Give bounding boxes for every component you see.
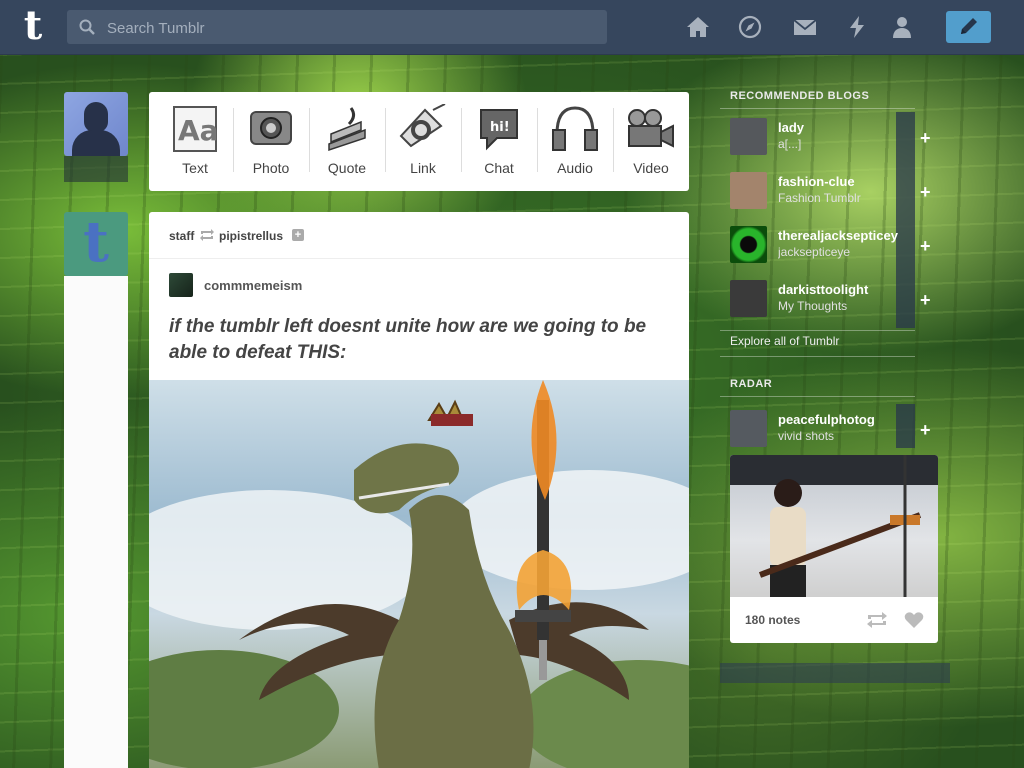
new-post-box: Aa Text Photo Quote Link hi! Chat Audio … bbox=[149, 92, 689, 191]
post-type-audio[interactable]: Audio bbox=[537, 100, 613, 184]
recommended-blog[interactable]: therealjacksepticey jacksepticeye + bbox=[720, 226, 950, 280]
avatar-shadow bbox=[64, 156, 128, 182]
add-blog-icon[interactable]: + bbox=[920, 290, 931, 311]
recommended-blog[interactable]: darkisttoolight My Thoughts + bbox=[720, 280, 950, 334]
blog-avatar[interactable] bbox=[730, 226, 767, 263]
post-type-photo[interactable]: Photo bbox=[233, 100, 309, 184]
add-blog-icon[interactable]: + bbox=[920, 420, 931, 441]
recommended-blog[interactable]: fashion-clue Fashion Tumblr + bbox=[720, 172, 950, 226]
add-blog-icon[interactable]: + bbox=[920, 128, 931, 149]
user-avatar-column bbox=[64, 92, 128, 182]
post-author-link[interactable]: staff bbox=[169, 229, 194, 243]
video-icon bbox=[625, 104, 677, 154]
svg-text:hi!: hi! bbox=[490, 120, 510, 135]
explore-link[interactable]: Explore all of Tumblr bbox=[730, 334, 839, 348]
account-icon[interactable] bbox=[890, 15, 914, 39]
search-input[interactable] bbox=[105, 10, 599, 46]
search-box[interactable] bbox=[67, 10, 607, 46]
add-blog-icon[interactable]: + bbox=[920, 236, 931, 257]
post-type-chat[interactable]: hi! Chat bbox=[461, 100, 537, 184]
left-gutter bbox=[64, 276, 128, 768]
radar-photo[interactable] bbox=[730, 455, 938, 597]
blog-avatar[interactable] bbox=[730, 280, 767, 317]
post-body-text: if the tumblr left doesnt unite how are … bbox=[169, 316, 647, 363]
staff-avatar[interactable]: t bbox=[64, 212, 128, 276]
post-type-quote[interactable]: Quote bbox=[309, 100, 385, 184]
radar-heading: Radar bbox=[730, 378, 773, 390]
reblog-icon bbox=[200, 229, 214, 241]
radar-post: 180 notes bbox=[730, 455, 938, 643]
link-icon bbox=[397, 103, 449, 154]
tumblr-logo[interactable]: t bbox=[14, 6, 52, 48]
add-blog-icon[interactable]: + bbox=[920, 182, 931, 203]
blog-avatar[interactable] bbox=[730, 410, 767, 447]
dashboard-post: staff pipistrellus + commmemeism if the … bbox=[149, 212, 689, 768]
search-icon bbox=[79, 19, 95, 35]
compose-button[interactable] bbox=[946, 11, 991, 43]
top-navigation-bar: t bbox=[0, 0, 1024, 55]
explore-icon[interactable] bbox=[738, 15, 762, 39]
notes-count[interactable]: 180 notes bbox=[745, 613, 800, 627]
pencil-icon bbox=[961, 18, 977, 34]
reblog-source-link[interactable]: pipistrellus bbox=[219, 229, 283, 243]
text-icon: Aa bbox=[169, 104, 221, 154]
home-icon[interactable] bbox=[686, 15, 710, 39]
blog-avatar[interactable] bbox=[730, 118, 767, 155]
post-header: staff pipistrellus + bbox=[149, 212, 689, 259]
svg-text:Aa: Aa bbox=[178, 114, 219, 147]
quote-icon bbox=[321, 104, 373, 154]
blog-avatar[interactable] bbox=[730, 172, 767, 209]
reblog-icon[interactable] bbox=[866, 611, 888, 629]
post-type-link[interactable]: Link bbox=[385, 100, 461, 184]
like-heart-icon[interactable] bbox=[904, 611, 924, 629]
sidebar-footer-bar bbox=[720, 663, 950, 683]
activity-icon[interactable] bbox=[845, 15, 869, 39]
recommended-blog[interactable]: lady a[...] + bbox=[720, 118, 950, 172]
original-author-avatar[interactable] bbox=[169, 273, 193, 297]
post-type-video[interactable]: Video bbox=[613, 100, 689, 184]
audio-icon bbox=[549, 104, 601, 154]
chat-icon: hi! bbox=[473, 104, 525, 154]
post-type-text[interactable]: Aa Text bbox=[157, 100, 233, 184]
recommended-heading: Recommended Blogs bbox=[730, 90, 870, 102]
post-image[interactable] bbox=[149, 380, 689, 768]
follow-button[interactable]: + bbox=[292, 229, 304, 241]
photo-icon bbox=[245, 104, 297, 154]
user-avatar[interactable] bbox=[64, 92, 128, 156]
inbox-icon[interactable] bbox=[793, 15, 817, 39]
original-author-name[interactable]: commmemeism bbox=[204, 278, 302, 293]
